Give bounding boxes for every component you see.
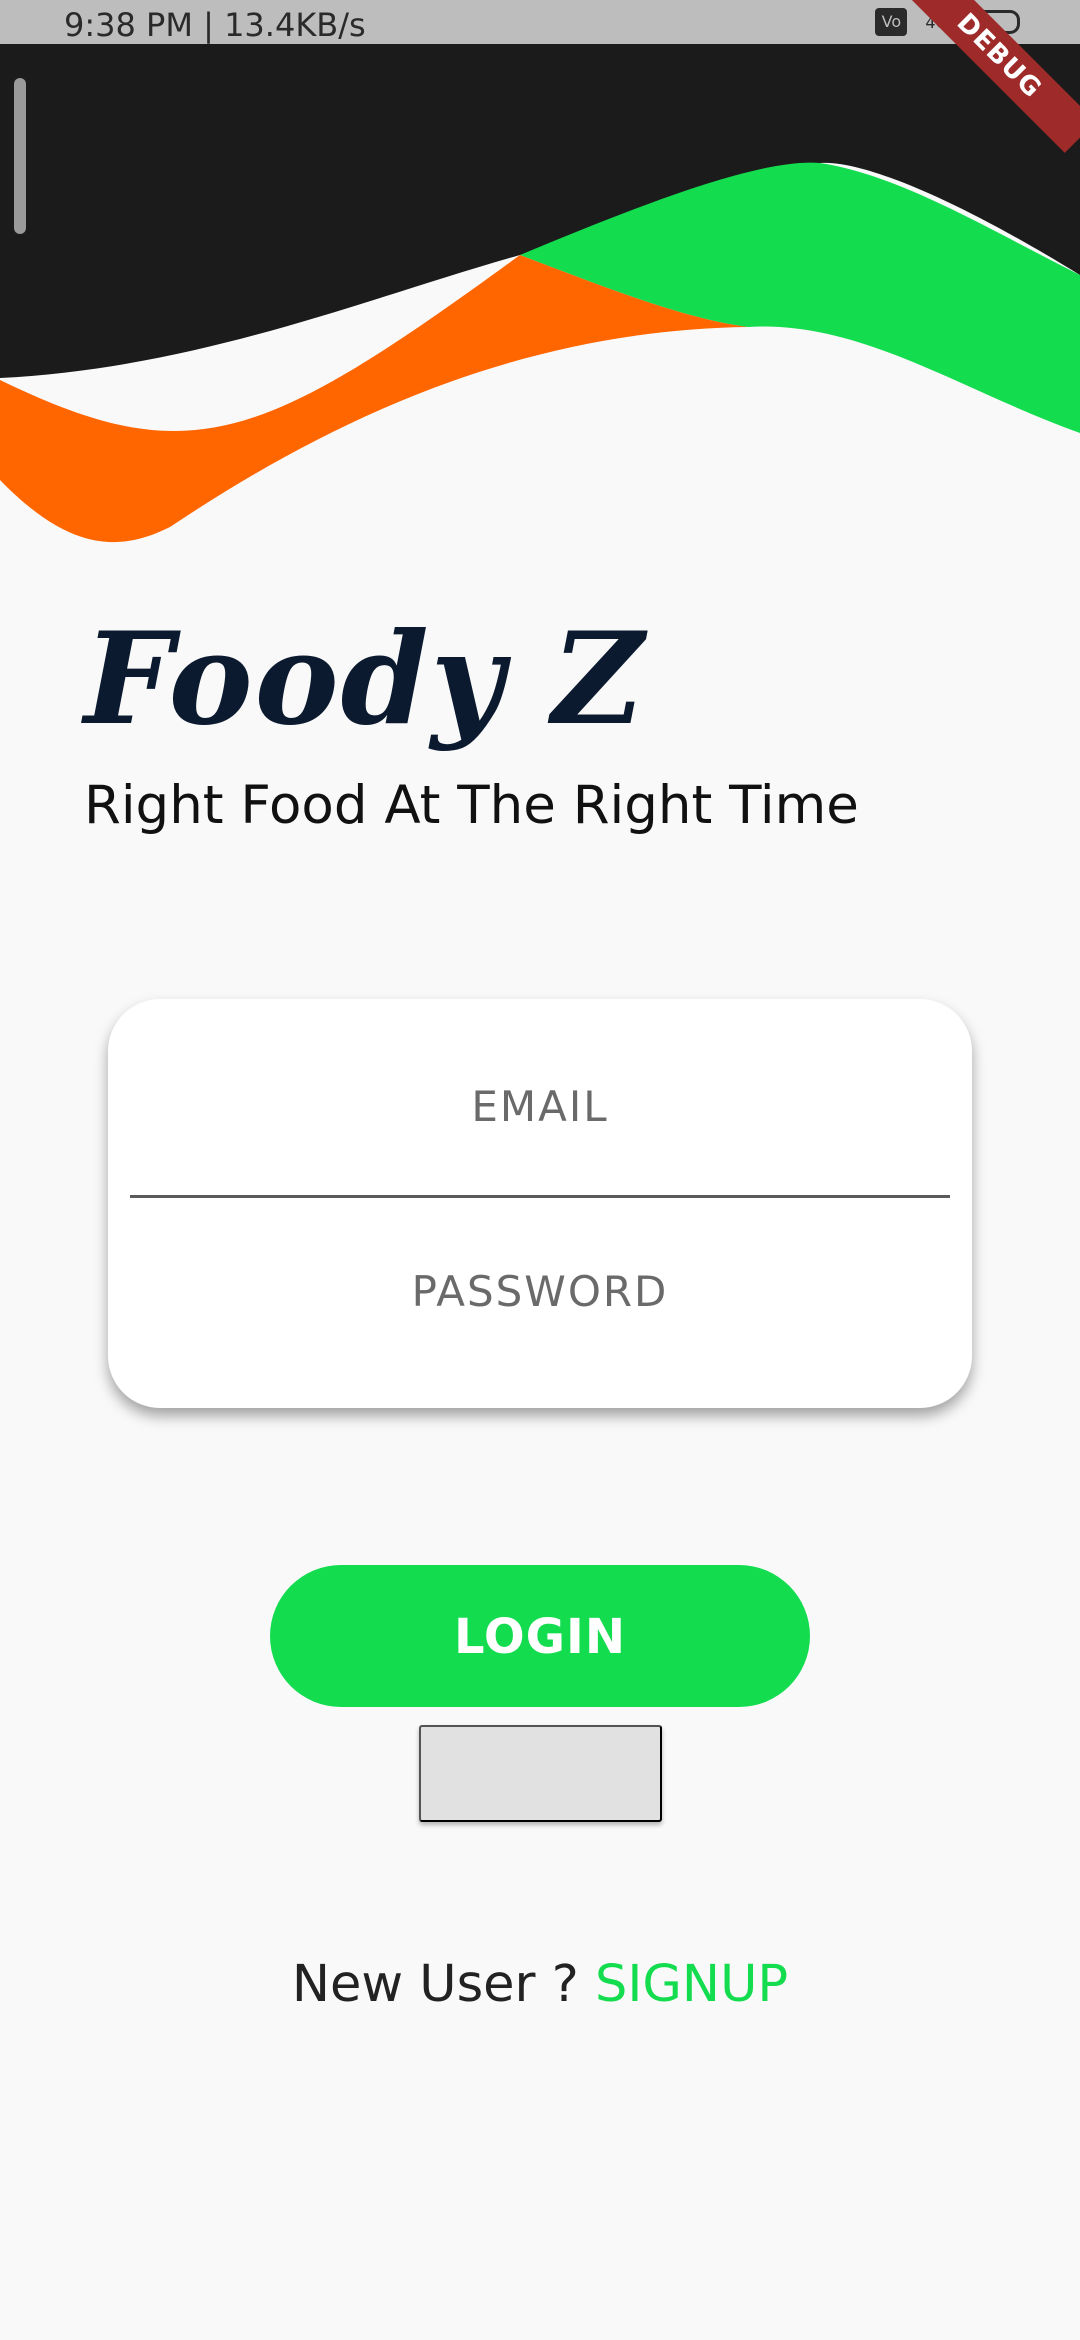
header-wave [0,44,1080,543]
signup-row: New User ? SIGNUP [0,1955,1080,2014]
scroll-handle[interactable] [14,78,26,234]
app-title: Foody Z [84,605,646,753]
status-time: 9:38 PM | 13.4KB/s [64,6,366,44]
login-button[interactable]: LOGIN [270,1565,810,1707]
email-input[interactable]: EMAIL [130,1082,950,1131]
app-subtitle: Right Food At The Right Time [84,775,859,836]
signup-link[interactable]: SIGNUP [595,1955,788,2014]
login-card: EMAIL PASSWORD [108,999,972,1408]
signup-prompt: New User ? [291,1955,595,2014]
secondary-button[interactable] [419,1725,662,1822]
volte-icon: Vo [875,8,908,36]
password-input[interactable]: PASSWORD [130,1267,950,1316]
field-divider [130,1195,950,1198]
